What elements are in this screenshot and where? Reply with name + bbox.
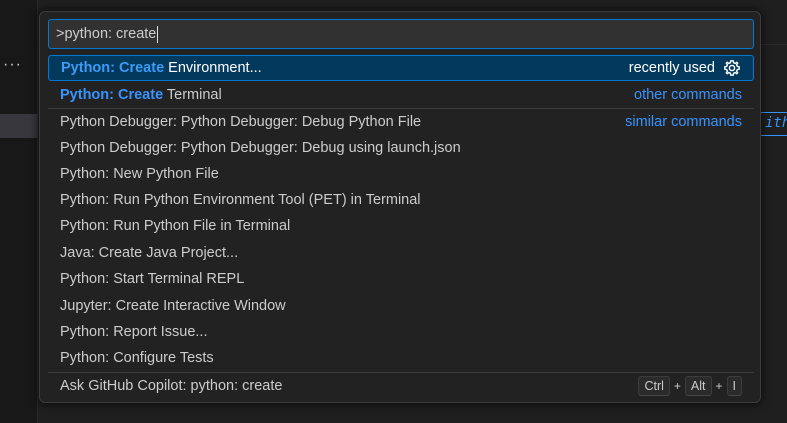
key-plus: + bbox=[673, 379, 681, 393]
key-i: I bbox=[726, 376, 742, 396]
key-alt: Alt bbox=[684, 376, 712, 396]
command-item[interactable]: Python: Report Issue... bbox=[48, 319, 754, 345]
input-value[interactable]: >python: create bbox=[56, 26, 156, 42]
command-item[interactable]: Python: Configure Tests bbox=[48, 345, 754, 371]
command-palette: >python: create Python: Create Environme… bbox=[39, 11, 761, 403]
match-highlight: Python: Create bbox=[61, 60, 165, 76]
command-label: Python: Run Python Environment Tool (PET… bbox=[60, 192, 421, 208]
command-label-rest: Terminal bbox=[163, 87, 222, 103]
sidebar-selected-row bbox=[0, 114, 38, 138]
command-item[interactable]: Python Debugger: Python Debugger: Debug … bbox=[48, 135, 754, 161]
group-label: similar commands bbox=[625, 114, 742, 130]
command-label: Python: Create Terminal bbox=[60, 87, 634, 103]
command-item[interactable]: Python: Create Environment... recently u… bbox=[48, 55, 754, 81]
command-label: Python: Report Issue... bbox=[60, 324, 208, 340]
command-item[interactable]: Python: Run Python Environment Tool (PET… bbox=[48, 187, 754, 213]
command-item[interactable]: Python Debugger: Python Debugger: Debug … bbox=[48, 109, 754, 135]
command-label: Python: Configure Tests bbox=[60, 350, 214, 366]
group-label: other commands bbox=[634, 87, 742, 103]
command-label-rest: Environment... bbox=[164, 60, 262, 76]
sidebar-strip: ··· bbox=[0, 0, 38, 423]
command-palette-input[interactable]: >python: create bbox=[48, 19, 754, 49]
text-caret bbox=[157, 25, 159, 43]
command-item[interactable]: Java: Create Java Project... bbox=[48, 240, 754, 266]
copilot-label: Ask GitHub Copilot: python: create bbox=[60, 378, 283, 394]
command-label: Python: Create Environment... bbox=[61, 60, 629, 76]
gear-icon[interactable] bbox=[723, 59, 741, 77]
key-plus: + bbox=[715, 379, 723, 393]
command-item[interactable]: Jupyter: Create Interactive Window bbox=[48, 293, 754, 319]
command-label: Python: New Python File bbox=[60, 166, 219, 182]
command-item[interactable]: Python: New Python File bbox=[48, 161, 754, 187]
code-fragment: ith bbox=[760, 112, 787, 136]
command-item[interactable]: Python: Create Terminal other commands bbox=[48, 82, 754, 108]
command-label: Python: Start Terminal REPL bbox=[60, 271, 245, 287]
command-label: Python: Run Python File in Terminal bbox=[60, 218, 291, 234]
command-label: Jupyter: Create Interactive Window bbox=[60, 298, 286, 314]
ask-copilot-item[interactable]: Ask GitHub Copilot: python: create Ctrl … bbox=[48, 373, 754, 399]
keybinding: Ctrl + Alt + I bbox=[638, 376, 742, 396]
more-actions-icon[interactable]: ··· bbox=[3, 56, 22, 74]
command-item[interactable]: Python: Start Terminal REPL bbox=[48, 266, 754, 292]
match-highlight: Python: Create bbox=[60, 87, 164, 103]
key-ctrl: Ctrl bbox=[638, 376, 670, 396]
command-label: Python Debugger: Python Debugger: Debug … bbox=[60, 140, 461, 156]
command-label: Java: Create Java Project... bbox=[60, 245, 239, 261]
group-label: recently used bbox=[628, 60, 715, 76]
command-item[interactable]: Python: Run Python File in Terminal bbox=[48, 213, 754, 239]
command-label: Python Debugger: Python Debugger: Debug … bbox=[60, 114, 422, 130]
